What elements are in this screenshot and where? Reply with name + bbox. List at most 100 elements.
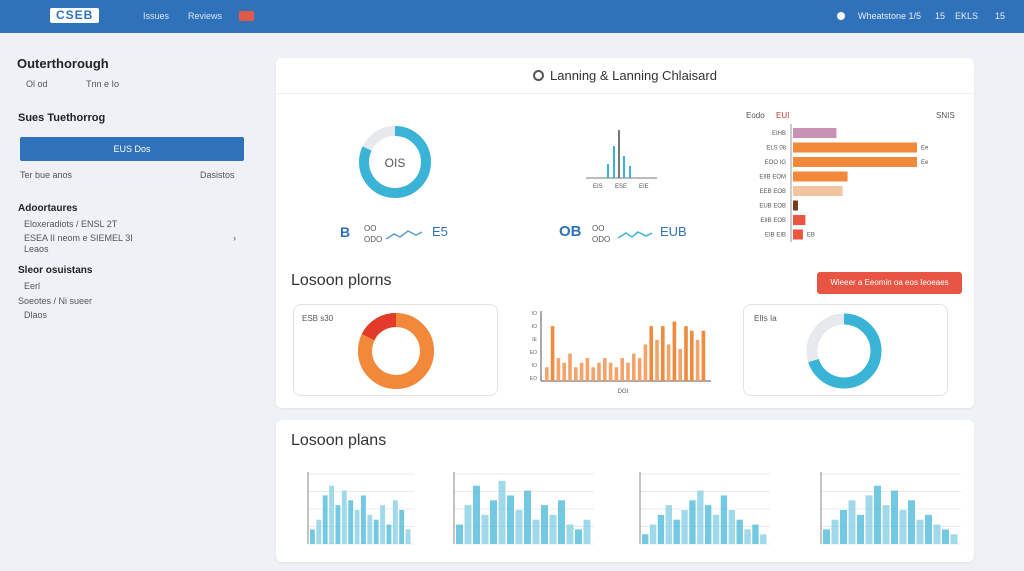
hbar-header-right: SNIS	[936, 111, 955, 120]
donut-highlight-arc	[361, 313, 397, 341]
mini-stat-2-number-b: EUB	[660, 224, 687, 239]
histogram-bar	[335, 505, 341, 544]
hbar-bar	[793, 215, 806, 225]
nav-link-reviews[interactable]: Reviews	[188, 11, 222, 21]
histogram-bar	[760, 534, 767, 544]
hbar-bar	[793, 157, 917, 167]
hbar-label: EEB EOB	[760, 189, 786, 195]
orange-bar	[626, 362, 630, 381]
sidebar-row-right[interactable]: Dasistos	[200, 170, 235, 180]
header-count-2[interactable]: 15	[995, 11, 1005, 21]
histogram-bar	[681, 510, 688, 544]
histogram-bar	[942, 529, 949, 544]
brand-logo[interactable]: CSEB	[50, 8, 100, 23]
hbar-label: EIIB EOM	[759, 175, 786, 181]
nav-link-issues[interactable]: Issues	[143, 11, 169, 21]
histogram-bar	[697, 490, 704, 544]
header-count[interactable]: 15	[935, 11, 945, 21]
sidebar-item-2[interactable]: ESEA II neom e SIEMEL 3I	[24, 233, 133, 243]
histogram-bar	[916, 519, 924, 544]
histogram-bar	[874, 485, 881, 544]
top-bar: CSEB Issues Reviews Wheatstone 1/5 15 EK…	[0, 0, 1024, 33]
histogram-bar	[341, 490, 347, 544]
orange-bar	[672, 321, 677, 381]
orange-bar	[620, 358, 624, 381]
histogram-bar	[498, 480, 506, 544]
sidebar-item-4[interactable]: Eerl	[24, 281, 40, 291]
sidebar-item-3[interactable]: Leaos	[24, 244, 49, 254]
histogram-bar	[507, 495, 514, 544]
histogram-bar	[348, 500, 354, 544]
histogram-chart	[307, 472, 414, 545]
orange-bar	[643, 344, 648, 381]
top-donut-chart: OIS	[359, 126, 431, 198]
sidebar-primary-button[interactable]: EUS Dos	[20, 137, 244, 161]
sidebar-subtitle-a: Ol od	[26, 79, 48, 89]
orange-bar	[661, 326, 665, 381]
histogram-bar	[665, 505, 672, 544]
bar-tick-label: IE	[532, 337, 537, 343]
histogram-bar	[857, 514, 864, 544]
orange-bar	[591, 367, 595, 381]
histogram-bar	[367, 514, 373, 544]
sidebar-item-5[interactable]: Soeotes / Ni sueer	[18, 296, 92, 306]
hbar-header-mid: EUI	[776, 111, 790, 120]
histogram-bar	[728, 510, 735, 544]
sidebar-row-left[interactable]: Ter bue anos	[20, 170, 72, 180]
histogram-bar	[575, 529, 582, 544]
action-button[interactable]: Wieeer a Eeomin oa eos Ieoeaes	[817, 272, 962, 294]
spike-bar	[613, 146, 615, 178]
histogram-bar	[549, 514, 557, 544]
mini-stat-icon: B	[340, 224, 351, 240]
orange-bar	[684, 326, 688, 381]
histogram-bar	[361, 495, 366, 544]
spike-label: EIE	[639, 184, 649, 190]
user-info[interactable]: Wheatstone 1/5	[858, 11, 921, 21]
orange-bar-chart: IO IO IE EO IO EO DGI	[530, 311, 711, 395]
orange-bar	[579, 362, 584, 381]
orange-bar	[690, 330, 694, 381]
spike-bar	[618, 130, 620, 178]
sidebar-item-6[interactable]: Dlaos	[24, 310, 47, 320]
sidebar-section-2: Adoortaures	[18, 203, 78, 214]
header-link[interactable]: EKLS	[955, 11, 978, 21]
bar-tick-label: EO	[530, 350, 537, 356]
histogram-bar	[490, 500, 497, 544]
hbar-label: EOO IG	[765, 160, 787, 166]
mini-stat-label-b: ODO	[364, 235, 383, 244]
notification-badge[interactable]	[239, 11, 254, 21]
histogram-bar	[524, 490, 531, 544]
histogram-bar	[392, 500, 398, 544]
spike-chart: EIS ESE EIE	[586, 130, 657, 190]
histogram-bar	[891, 490, 898, 544]
orange-bar	[695, 339, 700, 381]
sub-card-label: EIIs Ia	[754, 314, 777, 323]
histogram-bar	[316, 519, 322, 544]
histogram-bar	[673, 519, 680, 544]
horizontal-bar-chart: EIHB ELS 08 Ee EOO IG Ee EIIB EOM EEB EOB EUB E…	[759, 124, 929, 242]
histogram-bar	[354, 510, 360, 544]
histogram-bar	[405, 529, 411, 544]
orange-bar	[666, 344, 671, 381]
sub-card-teal-donut: EIIs Ia	[743, 304, 948, 396]
histogram-bar	[657, 514, 665, 544]
chevron-right-icon[interactable]: ›	[233, 233, 236, 243]
histogram-bar	[899, 510, 907, 544]
sidebar-subtitle-b: Tnn e Io	[86, 79, 120, 89]
histogram-bar	[532, 519, 540, 544]
orange-bar	[678, 349, 682, 381]
sidebar-section-3: Sleor osuistans	[18, 265, 93, 276]
histogram-bar	[464, 505, 472, 544]
spike-bar	[623, 156, 625, 178]
histogram-bar	[865, 495, 873, 544]
histogram-bar	[322, 495, 328, 544]
histogram-bar	[515, 510, 523, 544]
lower-card: Losoon plans	[276, 420, 974, 562]
histogram-bar	[380, 505, 385, 544]
sub-card-label: ESB s30	[302, 314, 334, 323]
sidebar-item-1[interactable]: Eloxeradiots / ENSL 2T	[24, 219, 117, 229]
hbar-bar	[793, 171, 848, 182]
histogram-bar	[908, 500, 915, 544]
hbar-bar	[793, 200, 798, 211]
dashboard-logo-icon	[533, 70, 545, 81]
